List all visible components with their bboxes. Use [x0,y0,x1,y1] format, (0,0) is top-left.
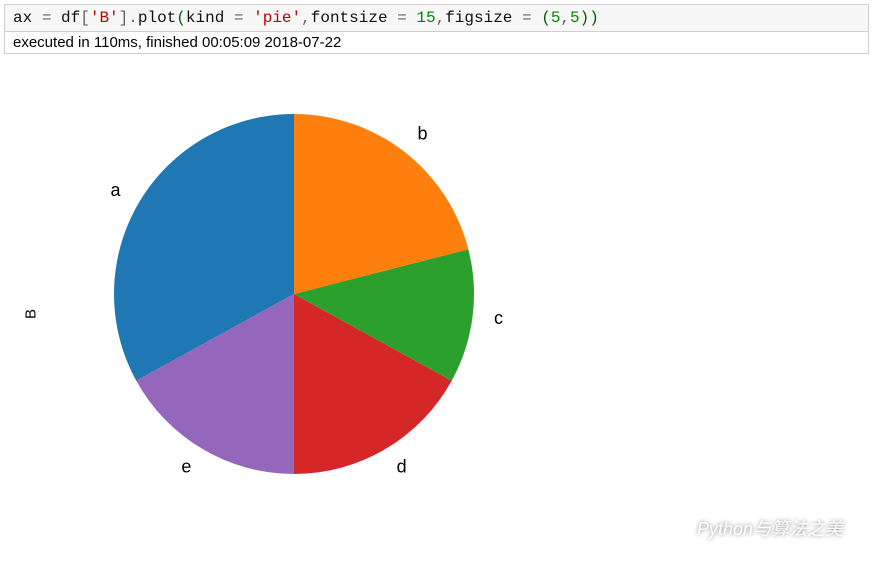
watermark: Python与算法之美 [663,515,843,541]
code-cell: ax = df['B'].plot(kind = 'pie',fontsize … [4,4,869,32]
pie-label-b: b [418,123,428,143]
pie-label-e: e [181,456,191,476]
chat-icon [663,517,689,539]
pie-label-c: c [494,308,503,328]
y-axis-label: B [23,309,40,319]
pie-label-d: d [397,456,407,476]
execution-banner: executed in 110ms, finished 00:05:09 201… [4,32,869,54]
pie-chart: a e d c b [64,84,524,524]
chart-output: B a e d c b [4,74,564,554]
watermark-text: Python与算法之美 [697,515,843,541]
pie-label-a: a [110,180,121,200]
